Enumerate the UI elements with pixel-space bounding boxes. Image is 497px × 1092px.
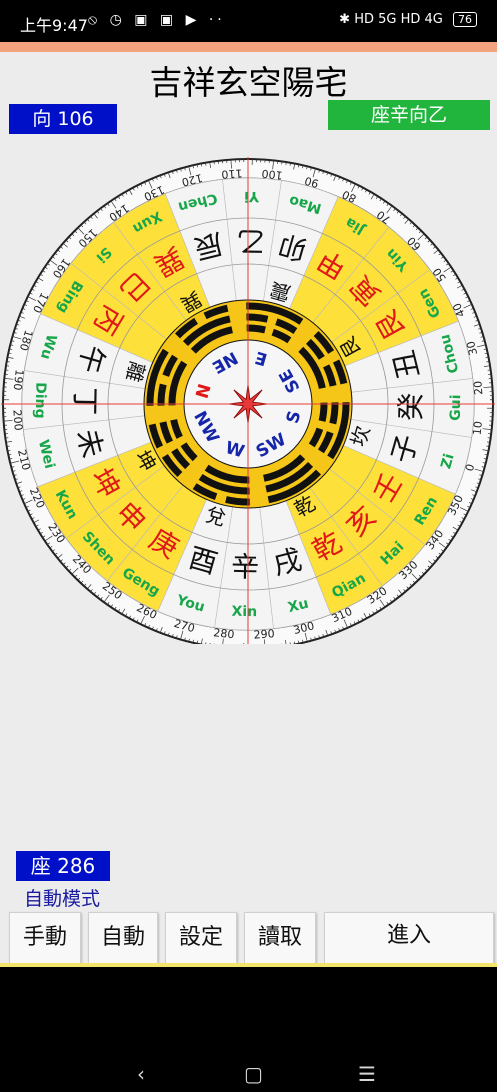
mode-label: 自動模式 bbox=[24, 888, 101, 910]
mountain-pinyin: Gui bbox=[448, 394, 464, 421]
recents-icon[interactable]: ☰ bbox=[358, 1062, 376, 1086]
bagua-line bbox=[225, 496, 250, 506]
top-decoration-strip bbox=[0, 42, 497, 52]
mountain-pinyin: Ding bbox=[32, 382, 49, 419]
status-time: 上午9:47 bbox=[20, 16, 88, 35]
enter-button[interactable]: 進入 bbox=[324, 912, 494, 964]
status-bar: 上午9:47 ⦸ ◷ ▣ ▣ ▶ ·· ✱ HD 5G HD 4G 76 bbox=[0, 0, 497, 42]
mountain-character: 辛 bbox=[231, 550, 260, 583]
bagua-line bbox=[246, 324, 266, 334]
bagua-line bbox=[246, 313, 269, 323]
luopan-compass[interactable]: 0102030405060708090100110120130140150160… bbox=[0, 114, 497, 644]
home-icon[interactable]: ▢ bbox=[244, 1062, 263, 1086]
settings-button[interactable]: 設定 bbox=[165, 912, 237, 964]
bluetooth-icon: ✱ bbox=[339, 12, 351, 27]
app-screen: 吉祥玄空陽宅 向 106 座辛向乙 0 10 20 30 40 50 60 70 80 90 100… bbox=[0, 42, 497, 967]
battery-icon: 76 bbox=[453, 12, 477, 27]
mountain-pinyin: Xin bbox=[231, 604, 257, 620]
page-title: 吉祥玄空陽宅 bbox=[149, 63, 348, 102]
mountain-character: 癸 bbox=[394, 393, 427, 422]
sitting-badge: 座 286 bbox=[16, 851, 110, 881]
status-right: ✱ HD 5G HD 4G 76 bbox=[339, 12, 477, 27]
mountain-character: 乙 bbox=[237, 224, 266, 257]
status-notification-icons: ⦸ ◷ ▣ ▣ ▶ ·· bbox=[88, 12, 226, 28]
manual-button[interactable]: 手動 bbox=[9, 912, 81, 964]
auto-button[interactable]: 自動 bbox=[88, 912, 158, 964]
signal-text: HD 5G HD 4G bbox=[354, 12, 443, 27]
mountain-pinyin: Yi bbox=[244, 188, 260, 204]
bagua-line bbox=[329, 402, 339, 425]
back-icon[interactable]: ‹ bbox=[137, 1062, 145, 1086]
mountain-character: 丁 bbox=[68, 387, 101, 416]
bagua-line bbox=[318, 402, 328, 422]
read-button[interactable]: 讀取 bbox=[244, 912, 316, 964]
bagua-line bbox=[157, 383, 167, 406]
